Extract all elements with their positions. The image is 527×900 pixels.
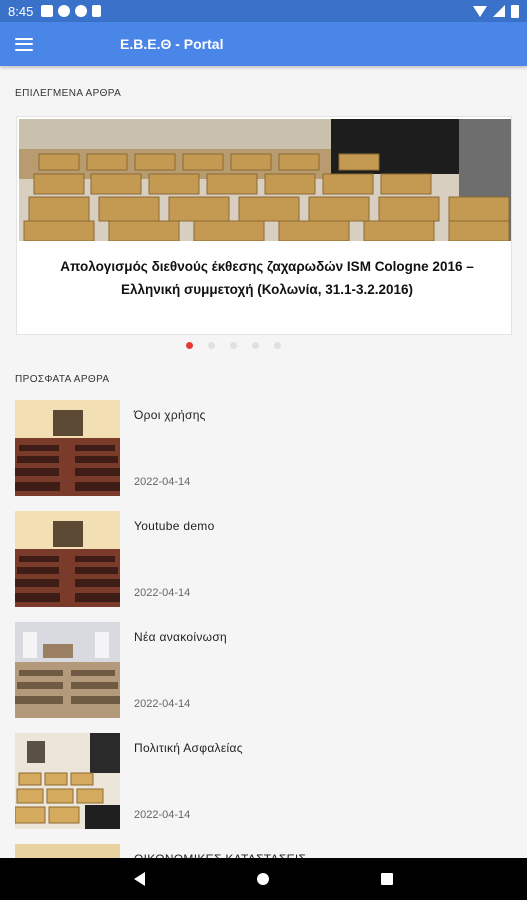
article-date: 2022-04-14 [134,587,191,599]
article-date: 2022-04-14 [134,698,191,710]
article-title: Πολιτική Ασφαλείας [134,741,243,755]
carousel-dot[interactable] [208,342,215,349]
carousel-dot[interactable] [186,342,193,349]
status-indicators [473,4,519,18]
sd-card-icon [92,5,102,17]
list-item[interactable]: Νέα ανακοίνωση 2022-04-14 [0,622,527,722]
article-date: 2022-04-14 [134,809,191,821]
back-icon[interactable] [134,872,145,886]
article-thumbnail [15,511,120,607]
list-item[interactable]: Όροι χρήσης 2022-04-14 [0,400,527,500]
app-title: Ε.Β.Ε.Θ - Portal [120,36,224,52]
system-nav-bar [0,858,527,900]
featured-article-image [19,119,511,241]
status-time: 8:45 [8,3,34,19]
article-thumbnail [15,622,120,718]
article-thumbnail [15,400,120,496]
featured-article-title: Απολογισμός διεθνούς έκθεσης ζαχαρωδών I… [60,259,474,297]
list-item[interactable]: Youtube demo 2022-04-14 [0,511,527,611]
carousel-dot[interactable] [230,342,237,349]
article-thumbnail [15,733,120,829]
article-date: 2022-04-14 [134,476,191,488]
app-bar: Ε.Β.Ε.Θ - Portal [0,22,527,66]
carousel-dots [0,342,497,349]
notification-round-icon [75,5,88,17]
notification-p-icon [58,5,71,17]
carousel-dot[interactable] [252,342,259,349]
notification-a-icon [41,5,54,17]
recents-icon[interactable] [381,873,393,885]
article-title: Όροι χρήσης [134,408,206,422]
list-item[interactable]: Πολιτική Ασφαλείας 2022-04-14 [0,733,527,833]
article-title: Νέα ανακοίνωση [134,630,228,644]
wifi-icon [473,5,487,17]
carousel-dot[interactable] [274,342,281,349]
featured-section-label: ΕΠΙΛΕΓΜΕΝΑ ΑΡΘΡΑ [15,88,122,99]
featured-article-card[interactable]: Απολογισμός διεθνούς έκθεσης ζαχαρωδών I… [16,116,512,335]
home-icon[interactable] [257,873,269,885]
hamburger-menu-icon[interactable] [15,37,33,51]
signal-icon [493,5,505,17]
recent-section-label: ΠΡΟΣΦΑΤΑ ΑΡΘΡΑ [15,374,110,385]
article-title: Youtube demo [134,519,215,533]
status-bar: 8:45 [0,0,527,22]
battery-icon [511,4,519,18]
